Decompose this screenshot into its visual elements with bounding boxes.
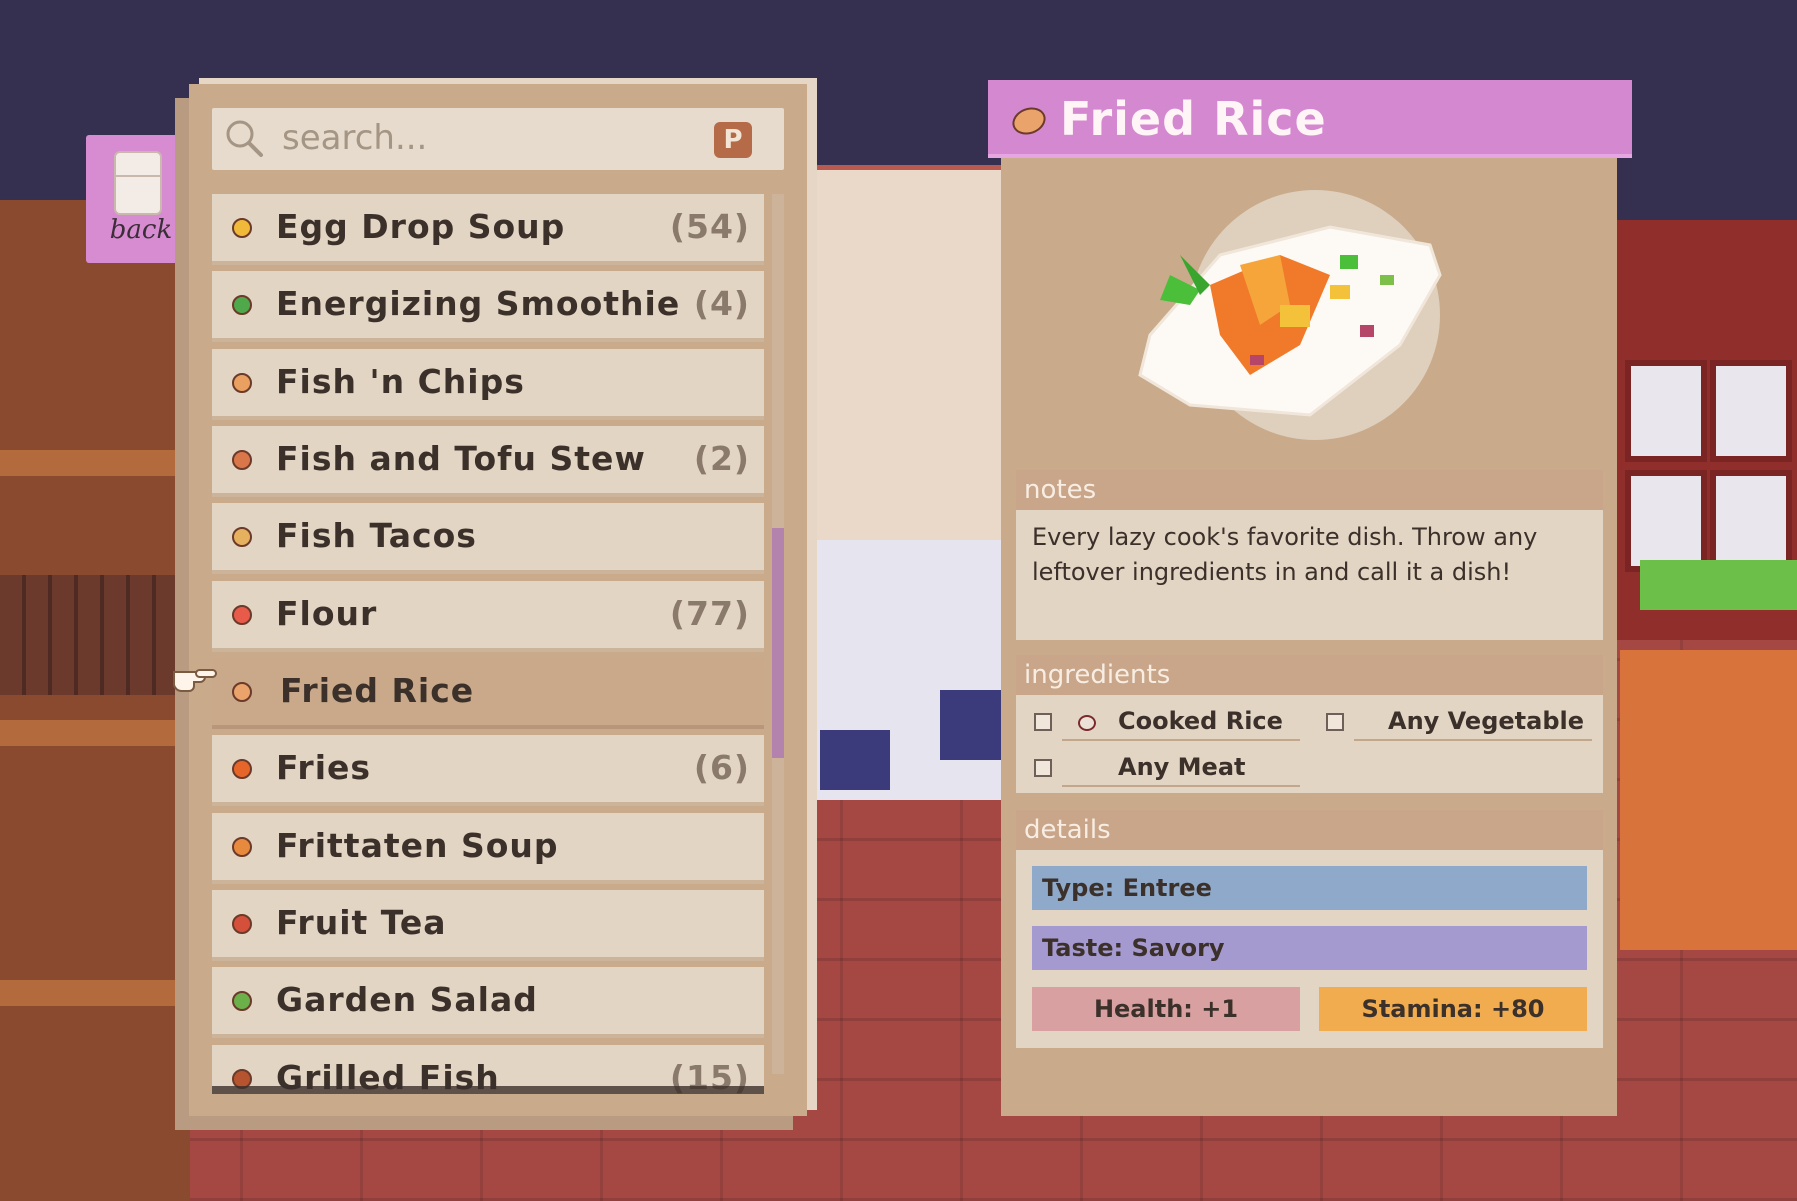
search-input[interactable] bbox=[282, 116, 702, 160]
ingredient-underline bbox=[1062, 739, 1300, 741]
fish-n-chips-icon bbox=[232, 373, 252, 393]
salad-icon bbox=[232, 991, 252, 1011]
recipe-item-garden-salad[interactable]: Garden Salad bbox=[212, 967, 764, 1034]
fried-rice-icon bbox=[1008, 102, 1050, 140]
books bbox=[0, 575, 190, 695]
notes-body: Every lazy cook's favorite dish. Throw a… bbox=[1016, 510, 1603, 640]
recipe-item-energizing-smoothie[interactable]: Energizing Smoothie (4) bbox=[212, 271, 764, 338]
recipe-count: (54) bbox=[669, 207, 750, 246]
fried-rice-icon bbox=[232, 682, 252, 702]
recipe-count: (77) bbox=[669, 594, 750, 633]
ingredient-checkbox[interactable] bbox=[1034, 713, 1052, 731]
recipe-name: Fried Rice bbox=[280, 671, 475, 710]
ingredient-checkbox[interactable] bbox=[1034, 759, 1052, 777]
details-section: details Type: Entree Taste: Savory Healt… bbox=[1016, 810, 1603, 1050]
recipe-item-fish-tacos[interactable]: Fish Tacos bbox=[212, 503, 764, 570]
recipe-count: (2) bbox=[693, 439, 750, 478]
window-pane bbox=[1625, 360, 1707, 462]
recipe-name: Frittaten Soup bbox=[276, 826, 559, 865]
egg-drop-soup-icon bbox=[232, 218, 252, 238]
fridge-icon bbox=[114, 151, 162, 215]
recipe-name: Egg Drop Soup bbox=[276, 207, 566, 246]
notes-section: notes Every lazy cook's favorite dish. T… bbox=[1016, 470, 1603, 640]
recipe-item-egg-drop-soup[interactable]: Egg Drop Soup (54) bbox=[212, 194, 764, 261]
recipe-item-fish-and-tofu-stew[interactable]: Fish and Tofu Stew (2) bbox=[212, 426, 764, 493]
recipe-name: Garden Salad bbox=[276, 980, 538, 1019]
back-button[interactable]: back bbox=[86, 135, 196, 263]
flour-icon bbox=[232, 605, 252, 625]
recipe-name: Fish Tacos bbox=[276, 516, 477, 555]
fried-rice-dish-image bbox=[1138, 225, 1442, 417]
recipe-item-fried-rice[interactable]: Fried Rice bbox=[212, 658, 764, 725]
window-pane bbox=[1710, 470, 1792, 572]
recipe-name: Fish 'n Chips bbox=[276, 362, 525, 401]
stew-icon bbox=[232, 450, 252, 470]
recipe-item-fish-n-chips[interactable]: Fish 'n Chips bbox=[212, 349, 764, 416]
recipe-title: Fried Rice bbox=[1060, 92, 1327, 146]
hand-pointer-icon bbox=[173, 669, 217, 692]
type-tag: Type: Entree bbox=[1032, 866, 1587, 910]
details-body: Type: Entree Taste: Savory Health: +1 St… bbox=[1016, 850, 1603, 1048]
ingredient-cooked-rice[interactable]: Cooked Rice bbox=[1034, 701, 1304, 741]
search-hotkey-badge: P bbox=[714, 122, 752, 158]
ingredient-name: Any Vegetable bbox=[1388, 707, 1585, 735]
ingredient-name: Any Meat bbox=[1118, 753, 1246, 781]
recipe-name: Fruit Tea bbox=[276, 903, 447, 942]
recipe-item-flour[interactable]: Flour (77) bbox=[212, 581, 764, 648]
ingredients-body: Cooked Rice Any Vegetable Any Meat bbox=[1016, 695, 1603, 793]
list-bottom-edge bbox=[212, 1086, 764, 1094]
ingredient-underline bbox=[1354, 739, 1592, 741]
search-icon bbox=[226, 120, 263, 157]
health-stat: Health: +1 bbox=[1032, 987, 1300, 1031]
recipe-count: (4) bbox=[693, 284, 750, 323]
ingredients-section: ingredients Cooked Rice Any Vegetable An… bbox=[1016, 655, 1603, 795]
recipe-item-fries[interactable]: Fries (6) bbox=[212, 735, 764, 802]
notes-text: Every lazy cook's favorite dish. Throw a… bbox=[1032, 523, 1538, 586]
tacos-icon bbox=[232, 527, 252, 547]
soup-icon bbox=[232, 837, 252, 857]
window-pane bbox=[1625, 470, 1707, 572]
recipe-count: (6) bbox=[693, 748, 750, 787]
window-pane bbox=[1710, 360, 1792, 462]
details-header: details bbox=[1016, 810, 1603, 850]
scrollbar-thumb[interactable] bbox=[772, 528, 784, 758]
ingredient-any-meat[interactable]: Any Meat bbox=[1034, 747, 1304, 787]
ingredients-header: ingredients bbox=[1016, 655, 1603, 695]
taste-tag: Taste: Savory bbox=[1032, 926, 1587, 970]
recipe-item-fruit-tea[interactable]: Fruit Tea bbox=[212, 890, 764, 957]
back-label: back bbox=[109, 215, 173, 245]
ingredient-underline bbox=[1062, 785, 1300, 787]
ingredient-name: Cooked Rice bbox=[1118, 707, 1283, 735]
recipe-title-bar: Fried Rice bbox=[988, 80, 1632, 158]
smoothie-icon bbox=[232, 295, 252, 315]
tea-icon bbox=[232, 914, 252, 934]
fries-icon bbox=[232, 759, 252, 779]
ingredient-checkbox[interactable] bbox=[1326, 713, 1344, 731]
recipe-item-frittaten-soup[interactable]: Frittaten Soup bbox=[212, 813, 764, 880]
recipe-name: Fries bbox=[276, 748, 372, 787]
recipe-name: Energizing Smoothie bbox=[276, 284, 681, 323]
stamina-stat: Stamina: +80 bbox=[1319, 987, 1587, 1031]
kitchen-counter bbox=[1620, 650, 1797, 950]
search-bar: P bbox=[212, 108, 784, 170]
ingredient-any-vegetable[interactable]: Any Vegetable bbox=[1326, 701, 1596, 741]
notes-header: notes bbox=[1016, 470, 1603, 510]
bookshelf bbox=[0, 200, 190, 1201]
recipe-list: Egg Drop Soup (54) Energizing Smoothie (… bbox=[212, 194, 764, 1094]
rice-bowl-icon bbox=[1078, 715, 1096, 731]
recipe-name: Fish and Tofu Stew bbox=[276, 439, 646, 478]
recipe-list-panel: P Egg Drop Soup (54) Energizing Smoothie… bbox=[189, 84, 807, 1116]
outdoor-grass bbox=[1640, 560, 1797, 610]
recipe-name: Flour bbox=[276, 594, 378, 633]
